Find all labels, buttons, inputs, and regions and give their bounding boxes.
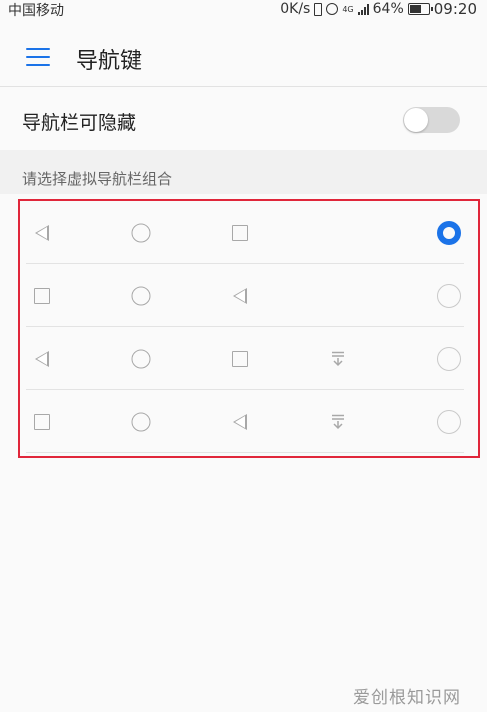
toggle-knob bbox=[404, 108, 428, 132]
section-header: 请选择虚拟导航栏组合 bbox=[0, 150, 487, 194]
carrier-name: 中国移动 bbox=[8, 3, 64, 19]
vibrate-icon bbox=[314, 2, 323, 16]
section-title: 请选择虚拟导航栏组合 bbox=[22, 170, 173, 188]
recent-square-icon bbox=[232, 350, 248, 367]
battery-percent: 64% bbox=[372, 1, 404, 17]
network-type: 4G bbox=[342, 4, 354, 14]
home-circle-icon bbox=[131, 349, 151, 368]
nav-option-row[interactable] bbox=[20, 327, 478, 390]
recent-square-icon bbox=[232, 224, 248, 241]
notification-pulldown-icon bbox=[331, 414, 345, 430]
home-circle-icon bbox=[131, 223, 151, 242]
battery-icon bbox=[407, 3, 433, 15]
menu-icon[interactable] bbox=[26, 48, 50, 66]
clock: 09:20 bbox=[433, 0, 477, 18]
hide-nav-label: 导航栏可隐藏 bbox=[22, 112, 137, 134]
alarm-icon bbox=[326, 3, 339, 15]
nav-option-row[interactable] bbox=[20, 201, 478, 264]
home-circle-icon bbox=[131, 286, 151, 305]
network-speed: 0K/s bbox=[280, 1, 311, 17]
back-triangle-icon bbox=[233, 413, 247, 430]
back-triangle-icon bbox=[35, 350, 49, 367]
status-bar: 中国移动 0K/s 4G 64% 09:20 bbox=[0, 0, 487, 19]
radio-unselected[interactable] bbox=[437, 409, 461, 434]
divider bbox=[0, 86, 487, 87]
back-triangle-icon bbox=[233, 287, 247, 304]
back-triangle-icon bbox=[35, 224, 49, 241]
notification-pulldown-icon bbox=[331, 351, 345, 367]
watermark: 爱创根知识网 bbox=[353, 688, 461, 708]
nav-option-row[interactable] bbox=[20, 390, 478, 453]
page-title: 导航键 bbox=[76, 49, 143, 74]
recent-square-icon bbox=[34, 287, 50, 304]
radio-unselected[interactable] bbox=[437, 283, 461, 308]
nav-option-row[interactable] bbox=[20, 264, 478, 327]
home-circle-icon bbox=[131, 412, 151, 431]
row-divider bbox=[26, 452, 464, 453]
nav-combination-list bbox=[18, 199, 480, 458]
radio-unselected[interactable] bbox=[437, 346, 461, 371]
status-icons: 0K/s 4G 64% 09:20 bbox=[280, 0, 477, 18]
radio-selected[interactable] bbox=[437, 220, 461, 245]
hide-nav-toggle[interactable] bbox=[403, 107, 460, 133]
signal-icon bbox=[357, 3, 369, 15]
recent-square-icon bbox=[34, 413, 50, 430]
toolbar: 导航键 bbox=[0, 30, 487, 82]
hide-nav-setting-row[interactable]: 导航栏可隐藏 bbox=[0, 88, 487, 150]
